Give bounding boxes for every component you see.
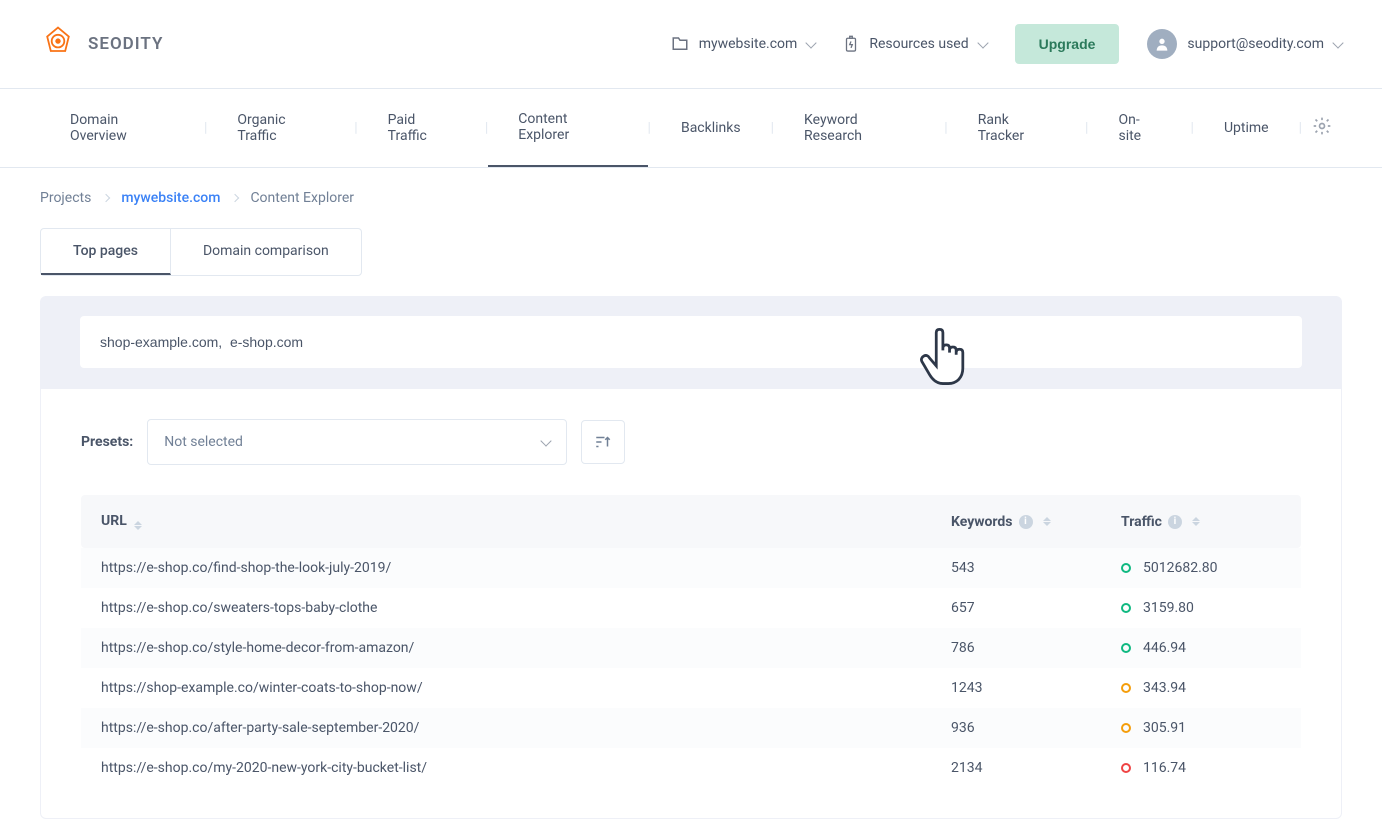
upgrade-button[interactable]: Upgrade	[1015, 24, 1120, 64]
resources-used[interactable]: Resources used	[843, 35, 986, 53]
status-dot-icon	[1121, 563, 1131, 573]
cell-traffic: 5012682.80	[1121, 560, 1281, 576]
tabs-container: Top pages Domain comparison	[0, 228, 1382, 276]
nav-item-organic-traffic[interactable]: Organic Traffic	[207, 90, 354, 166]
logo-icon	[40, 24, 76, 64]
sort-arrows-icon	[134, 521, 142, 530]
header-right: mywebsite.com Resources used Upgrade sup…	[671, 24, 1342, 64]
nav-item-on-site[interactable]: On-site	[1088, 90, 1190, 166]
status-dot-icon	[1121, 603, 1131, 613]
sort-arrows-icon	[1192, 517, 1200, 526]
col-header-keywords[interactable]: Keywords i	[951, 513, 1121, 530]
table-row[interactable]: https://e-shop.co/my-2020-new-york-city-…	[81, 748, 1301, 788]
breadcrumb-page: Content Explorer	[250, 190, 354, 206]
header: SEODITY mywebsite.com Resources used Upg…	[0, 0, 1382, 89]
nav-item-uptime[interactable]: Uptime	[1194, 98, 1299, 158]
tab-top-pages[interactable]: Top pages	[41, 229, 171, 275]
nav-item-backlinks[interactable]: Backlinks	[651, 98, 771, 158]
user-email: support@seodity.com	[1187, 36, 1324, 52]
chevron-down-icon	[806, 37, 817, 48]
presets-value: Not selected	[164, 434, 243, 450]
chevron-down-icon	[977, 37, 988, 48]
chevron-right-icon	[102, 194, 110, 202]
chevron-right-icon	[231, 194, 239, 202]
settings-button[interactable]	[1302, 94, 1342, 162]
cell-url: https://e-shop.co/sweaters-tops-baby-clo…	[101, 600, 951, 616]
results-table: URL Keywords i Traffic i https://e-shop.…	[81, 495, 1301, 788]
cell-url: https://e-shop.co/my-2020-new-york-city-…	[101, 760, 951, 776]
status-dot-icon	[1121, 643, 1131, 653]
tab-domain-comparison[interactable]: Domain comparison	[171, 229, 361, 275]
sort-arrows-icon	[1043, 517, 1051, 526]
search-container	[40, 296, 1342, 388]
nav-item-content-explorer[interactable]: Content Explorer	[488, 89, 647, 167]
traffic-value: 5012682.80	[1143, 560, 1218, 576]
cell-traffic: 116.74	[1121, 760, 1281, 776]
col-header-traffic[interactable]: Traffic i	[1121, 513, 1281, 530]
traffic-value: 343.94	[1143, 680, 1186, 696]
battery-icon	[843, 35, 859, 53]
cell-url: https://e-shop.co/after-party-sale-septe…	[101, 720, 951, 736]
cell-keywords: 786	[951, 640, 1121, 656]
cell-traffic: 446.94	[1121, 640, 1281, 656]
user-icon	[1154, 36, 1170, 52]
nav-item-paid-traffic[interactable]: Paid Traffic	[358, 90, 485, 166]
cell-traffic: 3159.80	[1121, 600, 1281, 616]
nav-item-keyword-research[interactable]: Keyword Research	[774, 90, 944, 166]
user-menu[interactable]: support@seodity.com	[1147, 29, 1342, 59]
col-header-url[interactable]: URL	[101, 513, 951, 530]
traffic-value: 116.74	[1143, 760, 1186, 776]
breadcrumb-projects[interactable]: Projects	[40, 190, 91, 206]
nav-item-rank-tracker[interactable]: Rank Tracker	[948, 90, 1085, 166]
table-body: https://e-shop.co/find-shop-the-look-jul…	[81, 548, 1301, 788]
cell-url: https://e-shop.co/style-home-decor-from-…	[101, 640, 951, 656]
table-row[interactable]: https://e-shop.co/find-shop-the-look-jul…	[81, 548, 1301, 588]
sort-icon	[594, 433, 612, 451]
cell-url: https://e-shop.co/find-shop-the-look-jul…	[101, 560, 951, 576]
cell-traffic: 343.94	[1121, 680, 1281, 696]
nav-item-domain-overview[interactable]: Domain Overview	[40, 90, 204, 166]
domain-search-input[interactable]	[80, 316, 1302, 368]
cell-keywords: 657	[951, 600, 1121, 616]
cell-keywords: 2134	[951, 760, 1121, 776]
status-dot-icon	[1121, 763, 1131, 773]
table-row[interactable]: https://e-shop.co/after-party-sale-septe…	[81, 708, 1301, 748]
folder-icon	[671, 35, 689, 53]
logo[interactable]: SEODITY	[40, 24, 163, 64]
resources-label: Resources used	[869, 36, 968, 52]
traffic-value: 446.94	[1143, 640, 1186, 656]
traffic-value: 3159.80	[1143, 600, 1194, 616]
sort-button[interactable]	[581, 420, 625, 464]
traffic-value: 305.91	[1143, 720, 1186, 736]
cell-keywords: 936	[951, 720, 1121, 736]
table-row[interactable]: https://shop-example.co/winter-coats-to-…	[81, 668, 1301, 708]
domain-label: mywebsite.com	[699, 36, 798, 52]
cell-traffic: 305.91	[1121, 720, 1281, 736]
domain-selector[interactable]: mywebsite.com	[671, 35, 816, 53]
gear-icon	[1312, 116, 1332, 136]
info-icon: i	[1019, 515, 1033, 529]
cell-keywords: 543	[951, 560, 1121, 576]
table-header: URL Keywords i Traffic i	[81, 495, 1301, 548]
avatar	[1147, 29, 1177, 59]
cell-keywords: 1243	[951, 680, 1121, 696]
chevron-down-icon	[541, 435, 552, 446]
presets-row: Presets: Not selected	[81, 419, 1301, 465]
chevron-down-icon	[1332, 37, 1343, 48]
content-panel: Presets: Not selected URL Keywords i Tra…	[40, 388, 1342, 819]
status-dot-icon	[1121, 683, 1131, 693]
breadcrumb-domain[interactable]: mywebsite.com	[121, 190, 220, 206]
info-icon: i	[1168, 515, 1182, 529]
main-nav: Domain Overview|Organic Traffic|Paid Tra…	[0, 89, 1382, 168]
status-dot-icon	[1121, 723, 1131, 733]
breadcrumb: Projects mywebsite.com Content Explorer	[0, 168, 1382, 228]
tabs: Top pages Domain comparison	[40, 228, 362, 276]
brand-name: SEODITY	[88, 34, 163, 54]
table-row[interactable]: https://e-shop.co/sweaters-tops-baby-clo…	[81, 588, 1301, 628]
table-row[interactable]: https://e-shop.co/style-home-decor-from-…	[81, 628, 1301, 668]
presets-select[interactable]: Not selected	[147, 419, 567, 465]
cell-url: https://shop-example.co/winter-coats-to-…	[101, 680, 951, 696]
presets-label: Presets:	[81, 434, 133, 450]
